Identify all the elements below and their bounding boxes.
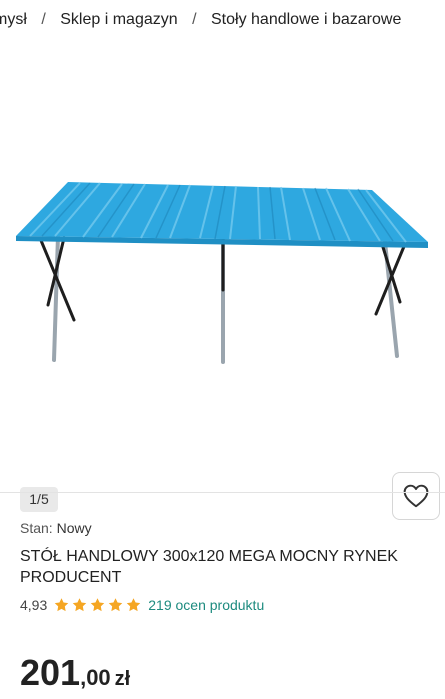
breadcrumb-item[interactable]: mysł [0, 11, 27, 28]
star-icon [73, 598, 87, 612]
price-decimal: ,00 [80, 665, 111, 690]
product-price: 201,00 zł [20, 652, 130, 698]
condition-value: Nowy [56, 520, 92, 536]
condition-label: Stan: [20, 520, 53, 536]
star-icon [127, 598, 141, 612]
breadcrumb: mysł / Sklep i magazyn / Stoły handlowe … [0, 0, 445, 40]
star-icon [109, 598, 123, 612]
breadcrumb-item-stoly[interactable]: Stoły handlowe i bazarowe [211, 11, 401, 28]
table-legs [38, 234, 407, 364]
product-condition: Stan: Nowy [20, 520, 92, 536]
rating-stars [53, 597, 142, 613]
table-top [16, 182, 428, 248]
wishlist-button[interactable] [392, 472, 440, 520]
star-icon [91, 598, 105, 612]
price-integer: 201 [20, 652, 81, 693]
rating-score: 4,93 [20, 597, 48, 613]
product-image[interactable] [0, 40, 445, 440]
star-icon [55, 598, 69, 612]
divider [0, 492, 445, 493]
breadcrumb-separator: / [41, 11, 46, 28]
product-title: STÓŁ HANDLOWY 300x120 MEGA MOCNY RYNEK P… [20, 548, 398, 586]
breadcrumb-item-sklep[interactable]: Sklep i magazyn [60, 11, 177, 28]
rating-row: 4,93 219 ocen produktu [20, 595, 264, 615]
heart-outline-icon [403, 484, 429, 508]
product-gallery[interactable]: 1/5 [0, 40, 445, 520]
price-currency: zł [114, 668, 131, 690]
image-counter: 1/5 [20, 487, 58, 512]
breadcrumb-separator: / [192, 11, 197, 28]
reviews-link[interactable]: 219 ocen produktu [148, 597, 264, 613]
